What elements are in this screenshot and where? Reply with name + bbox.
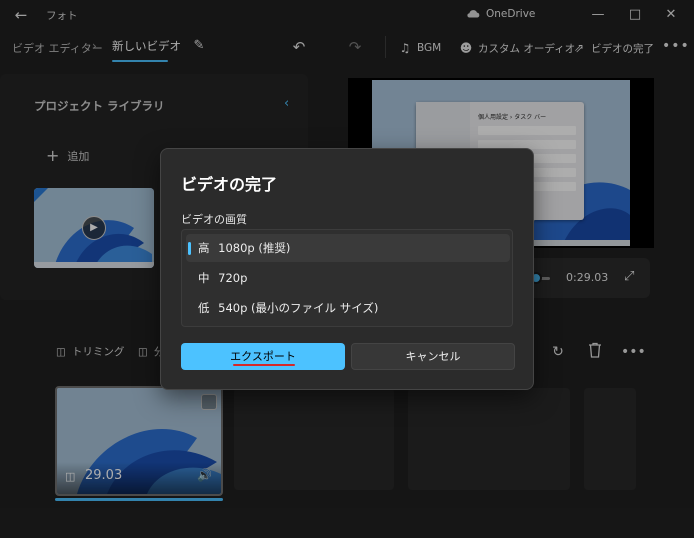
quality-option-low[interactable]: 低 540p (最小のファイル サイズ): [186, 294, 510, 322]
dialog-title: ビデオの完了: [181, 175, 278, 194]
red-underline-annotation: [233, 364, 295, 366]
video-quality-list: 高 1080p (推奨) 中 720p 低 540p (最小のファイル サイズ): [181, 229, 513, 327]
quality-level: 中: [198, 271, 210, 285]
finish-video-dialog: ビデオの完了 ビデオの画質 高 1080p (推奨) 中 720p 低 540p…: [160, 148, 534, 390]
export-label: エクスポート: [230, 350, 296, 363]
quality-option-high[interactable]: 高 1080p (推奨): [186, 234, 510, 262]
quality-text: 720p: [218, 271, 248, 285]
quality-text: 540p (最小のファイル サイズ): [218, 301, 379, 315]
cancel-button[interactable]: キャンセル: [351, 343, 515, 370]
quality-option-medium[interactable]: 中 720p: [186, 264, 510, 292]
quality-text: 1080p (推奨): [218, 241, 291, 255]
photos-window: ← フォト OneDrive — □ ✕ ビデオ エディター › 新しいビデオ …: [0, 0, 694, 538]
video-quality-label: ビデオの画質: [181, 213, 247, 226]
selection-indicator: [188, 242, 191, 255]
quality-level: 高: [198, 241, 210, 255]
quality-level: 低: [198, 301, 210, 315]
export-button[interactable]: エクスポート: [181, 343, 345, 370]
